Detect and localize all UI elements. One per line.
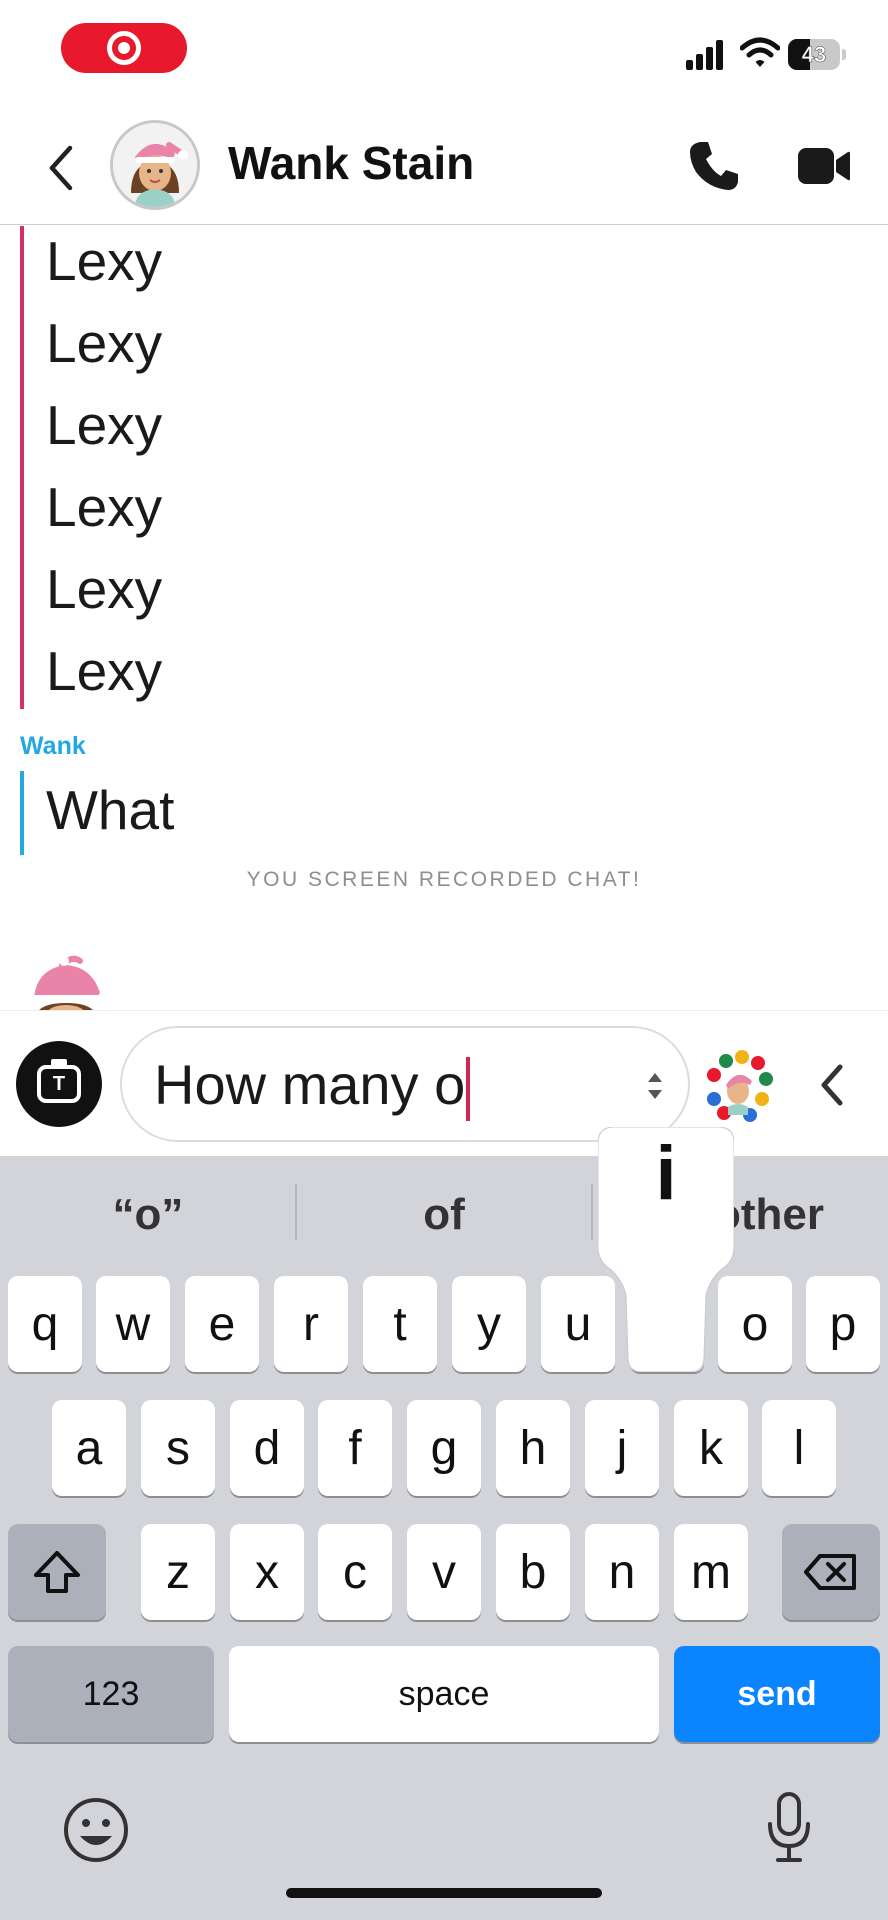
- bitmoji-sticker-button[interactable]: [700, 1049, 776, 1125]
- key-q[interactable]: q: [8, 1276, 82, 1372]
- contact-avatar[interactable]: [110, 120, 200, 210]
- collapse-toolbar-button[interactable]: [812, 1059, 852, 1111]
- suggestion-divider: [591, 1184, 593, 1240]
- space-key[interactable]: space: [229, 1646, 659, 1742]
- camera-icon: T: [37, 1059, 81, 1103]
- video-camera-icon: [798, 148, 850, 184]
- camera-button[interactable]: T: [16, 1041, 102, 1127]
- stepper-arrows-icon[interactable]: [644, 1068, 666, 1104]
- keyboard: “o” of other q w e r t y u i o p a s d f…: [0, 1156, 888, 1920]
- how-are-you-sticker-icon: [702, 1050, 774, 1123]
- chat-message[interactable]: Lexy: [46, 316, 162, 371]
- chevron-left-icon: [821, 1064, 843, 1106]
- key-e[interactable]: e: [185, 1276, 259, 1372]
- message-group-lexy: Lexy Lexy Lexy Lexy Lexy Lexy: [20, 226, 620, 709]
- backspace-icon: [804, 1554, 856, 1590]
- key-j[interactable]: j: [585, 1400, 659, 1496]
- camera-icon-letter: T: [52, 1072, 66, 1095]
- key-preview-letter: i: [655, 1131, 676, 1216]
- message-group-wank: What: [20, 771, 620, 855]
- key-z[interactable]: z: [141, 1524, 215, 1620]
- chat-message[interactable]: Lexy: [46, 562, 162, 617]
- chat-header: Wank Stain: [0, 110, 888, 225]
- dictation-mic-icon[interactable]: [764, 1792, 814, 1864]
- battery-icon: 43: [788, 39, 846, 70]
- key-r[interactable]: r: [274, 1276, 348, 1372]
- key-p[interactable]: p: [806, 1276, 880, 1372]
- chevron-left-icon: [49, 145, 73, 191]
- chat-message[interactable]: What: [46, 783, 174, 838]
- key-m[interactable]: m: [674, 1524, 748, 1620]
- key-s[interactable]: s: [141, 1400, 215, 1496]
- key-a[interactable]: a: [52, 1400, 126, 1496]
- key-w[interactable]: w: [96, 1276, 170, 1372]
- text-caret: [466, 1057, 471, 1122]
- key-b[interactable]: b: [496, 1524, 570, 1620]
- battery-percentage: 43: [801, 42, 827, 68]
- bitmoji-avatar-icon: [113, 123, 197, 207]
- key-c[interactable]: c: [318, 1524, 392, 1620]
- screen-recording-target-icon: [107, 31, 141, 65]
- chat-message[interactable]: Lexy: [46, 480, 162, 535]
- message-input[interactable]: How many o: [120, 1026, 690, 1142]
- cellular-signal-icon: [686, 40, 723, 70]
- message-input-text: How many o: [154, 1053, 466, 1116]
- key-n[interactable]: n: [585, 1524, 659, 1620]
- key-l[interactable]: l: [762, 1400, 836, 1496]
- back-button[interactable]: [36, 138, 86, 198]
- key-x[interactable]: x: [230, 1524, 304, 1620]
- key-f[interactable]: f: [318, 1400, 392, 1496]
- emoji-keyboard-icon[interactable]: [62, 1796, 130, 1864]
- video-call-button[interactable]: [796, 140, 852, 192]
- composer-bar: T How many o: [0, 1010, 888, 1156]
- key-preview-popup: i: [598, 1127, 734, 1372]
- chat-message[interactable]: Lexy: [46, 398, 162, 453]
- numbers-key[interactable]: 123: [8, 1646, 214, 1742]
- status-bar: 43: [0, 0, 888, 110]
- sender-name: Wank: [20, 732, 86, 760]
- predictive-suggestions: “o” of other: [0, 1156, 888, 1276]
- key-h[interactable]: h: [496, 1400, 570, 1496]
- contact-name[interactable]: Wank Stain: [228, 136, 474, 190]
- wifi-icon: [740, 37, 780, 67]
- suggestion-quoted[interactable]: “o”: [0, 1190, 296, 1240]
- phone-icon: [690, 142, 738, 190]
- key-y[interactable]: y: [452, 1276, 526, 1372]
- key-d[interactable]: d: [230, 1400, 304, 1496]
- chat-message[interactable]: Lexy: [46, 644, 162, 699]
- home-indicator: [286, 1888, 602, 1898]
- key-t[interactable]: t: [363, 1276, 437, 1372]
- screen-recording-indicator[interactable]: [61, 23, 187, 73]
- chat-messages[interactable]: Lexy Lexy Lexy Lexy Lexy Lexy Wank What …: [0, 226, 888, 1011]
- suggestion-of[interactable]: of: [296, 1190, 592, 1240]
- chat-message[interactable]: Lexy: [46, 234, 162, 289]
- backspace-key[interactable]: [782, 1524, 880, 1620]
- key-v[interactable]: v: [407, 1524, 481, 1620]
- send-key[interactable]: send: [674, 1646, 880, 1742]
- voice-call-button[interactable]: [686, 138, 742, 194]
- shift-arrow-icon: [34, 1551, 80, 1593]
- key-k[interactable]: k: [674, 1400, 748, 1496]
- shift-key[interactable]: [8, 1524, 106, 1620]
- key-g[interactable]: g: [407, 1400, 481, 1496]
- peeking-bitmoji-icon: [32, 955, 102, 1011]
- screen-recorded-notice: YOU SCREEN RECORDED CHAT!: [246, 868, 642, 891]
